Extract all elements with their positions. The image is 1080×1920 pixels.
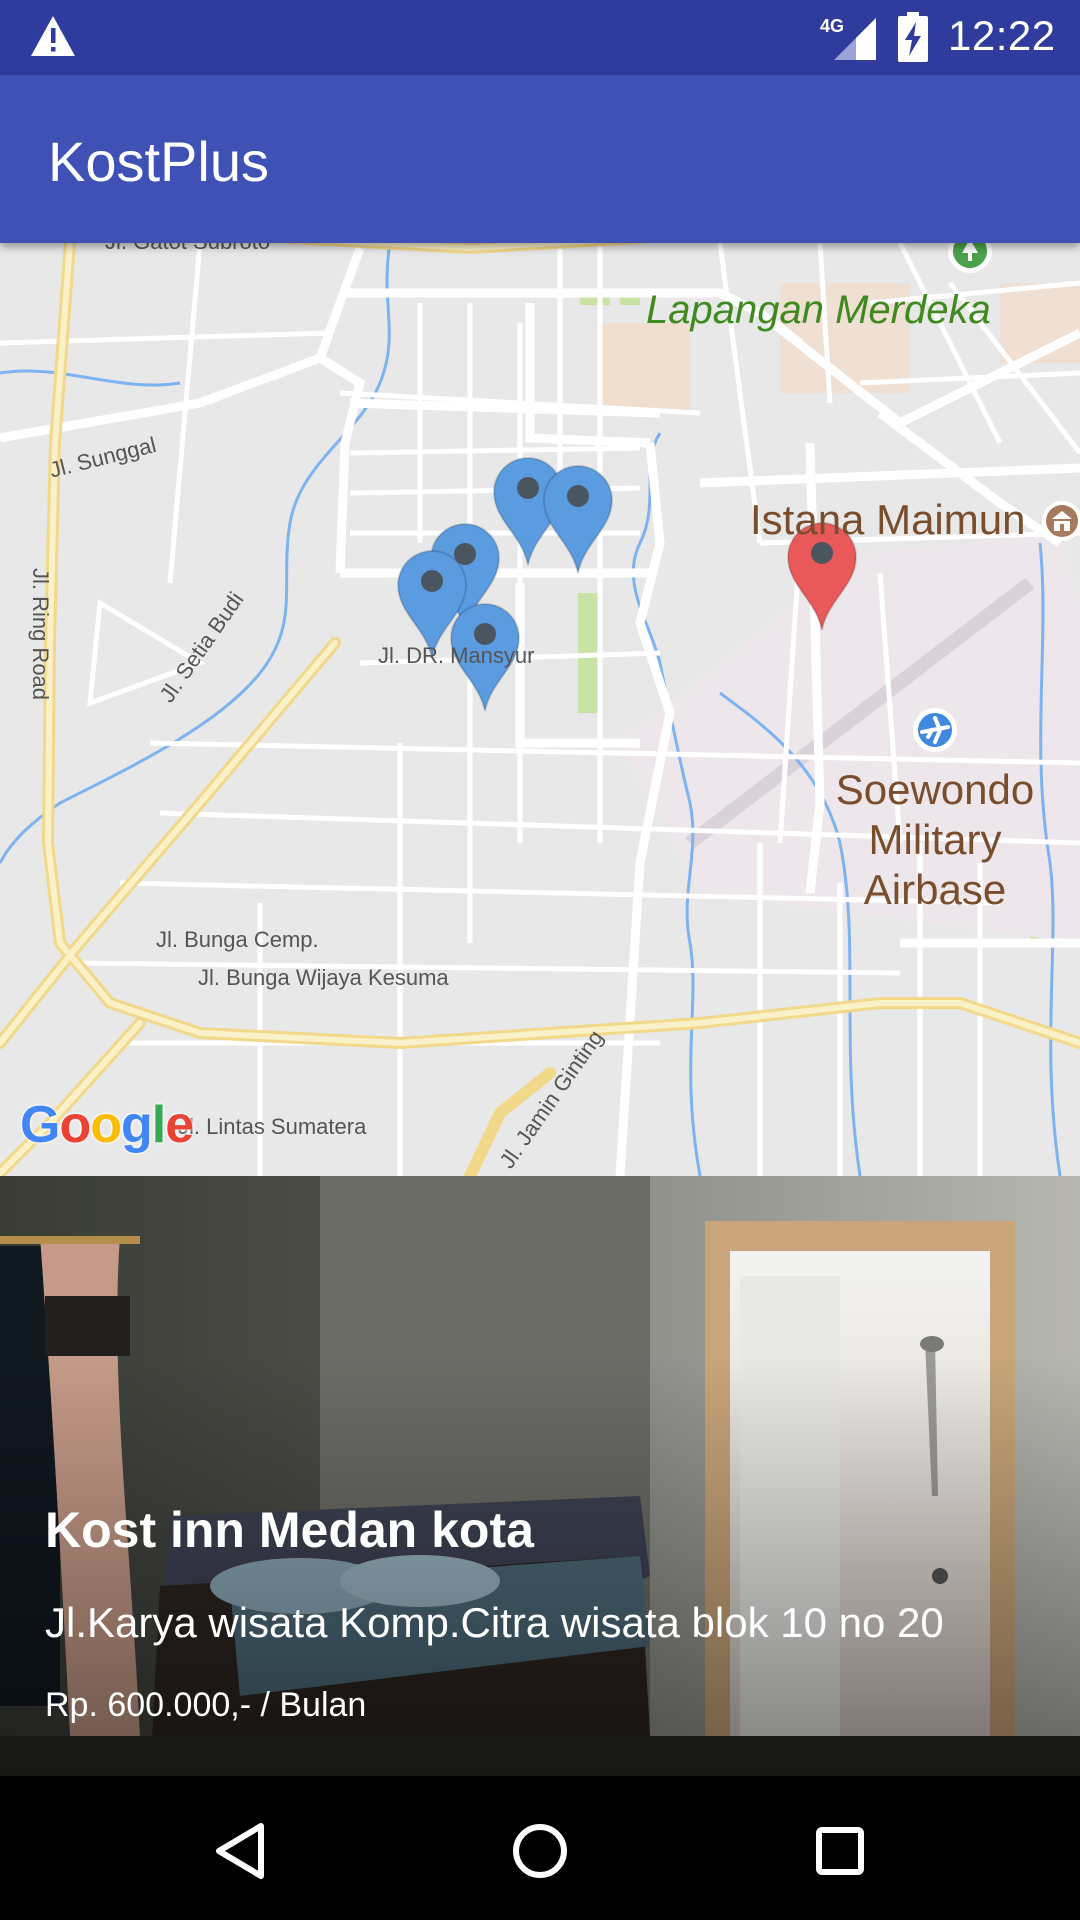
back-icon[interactable]: [195, 1806, 285, 1896]
listing-address: Jl.Karya wisata Komp.Citra wisata blok 1…: [45, 1599, 944, 1646]
signal-4g-icon: 4G: [820, 16, 876, 60]
map-label-bunga-wijaya: Jl. Bunga Wijaya Kesuma: [198, 965, 449, 990]
map-label-mansyur: Jl. DR. Mansyur: [378, 643, 535, 668]
warning-icon: [31, 16, 75, 56]
home-icon[interactable]: [495, 1806, 585, 1896]
map-label-soewondo: Soewondo Military Airbase: [820, 765, 1050, 915]
airport-poi-icon[interactable]: [913, 708, 957, 752]
battery-charging-icon: [898, 12, 928, 62]
map-label-istana: Istana Maimun: [750, 496, 1026, 543]
listing-price: Rp. 600.000,- / Bulan: [45, 1686, 367, 1724]
status-bar: 4G 12:22: [0, 0, 1080, 75]
map-label-gatot: Jl. Gatot Subroto: [105, 243, 270, 255]
app-title: KostPlus: [48, 130, 269, 193]
map-tiles[interactable]: [0, 243, 1080, 1176]
app-bar: KostPlus: [0, 75, 1080, 243]
navigation-bar: [0, 1776, 1080, 1920]
map-view[interactable]: Jl. Gatot Subroto Lapangan Merdeka Jl. S…: [0, 243, 1080, 1176]
recents-icon[interactable]: [795, 1806, 885, 1896]
map-label-ring-road: Jl. Ring Road: [28, 567, 54, 701]
map-label-soewondo-line-2: Military: [868, 816, 1002, 863]
listing-title: Kost inn Medan kota: [45, 1502, 534, 1558]
listing-card[interactable]: Kost inn Medan kota Jl.Karya wisata Komp…: [0, 1176, 1080, 1776]
google-logo: Google: [20, 1096, 194, 1154]
map-label-lapangan: Lapangan Merdeka: [646, 288, 991, 332]
map-label-bunga-cemp: Jl. Bunga Cemp.: [156, 927, 319, 952]
map-label-soewondo-line-1: Soewondo: [835, 766, 1035, 813]
status-time: 12:22: [948, 12, 1056, 59]
network-type-label: 4G: [820, 16, 844, 36]
map-label-soewondo-line-3: Airbase: [863, 866, 1007, 913]
map-label-lintas: Jl. Lintas Sumatera: [178, 1114, 367, 1139]
